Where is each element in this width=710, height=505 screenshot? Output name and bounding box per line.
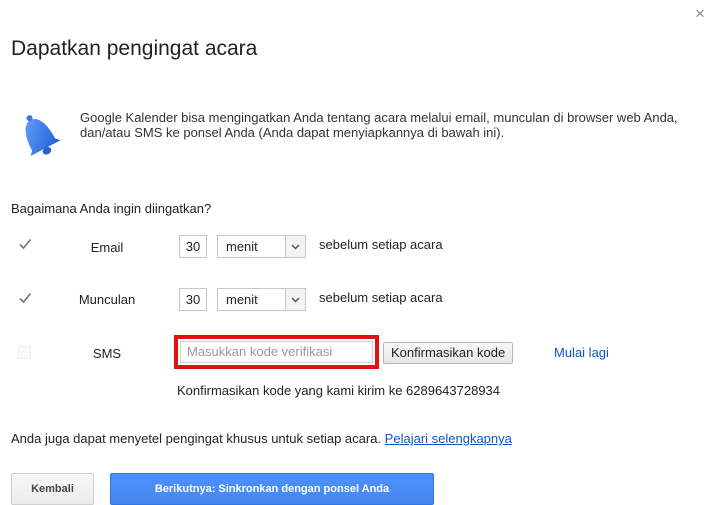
popup-unit-select[interactable]: menit	[217, 288, 306, 311]
popup-minutes-input[interactable]: 30	[179, 288, 207, 311]
footnote-text: Anda juga dapat menyetel pengingat khusu…	[11, 431, 382, 446]
email-label: Email	[90, 240, 124, 255]
email-unit-select[interactable]: menit	[217, 235, 306, 258]
sms-label: SMS	[92, 346, 122, 361]
next-button[interactable]: Berikutnya: Sinkronkan dengan ponsel And…	[110, 473, 434, 505]
back-button[interactable]: Kembali	[11, 473, 94, 505]
email-unit-value: menit	[226, 239, 258, 254]
dialog-title: Dapatkan pengingat acara	[11, 37, 258, 60]
popup-label: Munculan	[78, 292, 136, 307]
popup-checkbox[interactable]	[18, 291, 32, 305]
learn-more-link[interactable]: Pelajari selengkapnya	[385, 431, 512, 446]
close-icon[interactable]: ×	[695, 5, 705, 22]
sms-checkbox[interactable]	[18, 346, 31, 359]
email-minutes-input[interactable]: 30	[179, 235, 207, 258]
popup-after-text: sebelum setiap acara	[319, 290, 443, 305]
verification-code-input[interactable]: Masukkan kode verifikasi	[180, 341, 373, 363]
confirm-code-button[interactable]: Konfirmasikan kode	[383, 342, 514, 364]
popup-unit-value: menit	[226, 292, 258, 307]
reminder-question: Bagaimana Anda ingin diingatkan?	[11, 201, 212, 216]
chevron-down-icon	[285, 236, 305, 257]
sms-hint: Konfirmasikan kode yang kami kirim ke 62…	[177, 383, 501, 398]
email-checkbox[interactable]	[18, 237, 32, 251]
email-after-text: sebelum setiap acara	[319, 237, 443, 252]
restart-link[interactable]: Mulai lagi	[554, 345, 609, 360]
intro-text: Google Kalender bisa mengingatkan Anda t…	[80, 110, 678, 140]
chevron-down-icon	[285, 289, 305, 310]
footnote: Anda juga dapat menyetel pengingat khusu…	[11, 431, 512, 446]
bell-icon	[11, 110, 65, 158]
